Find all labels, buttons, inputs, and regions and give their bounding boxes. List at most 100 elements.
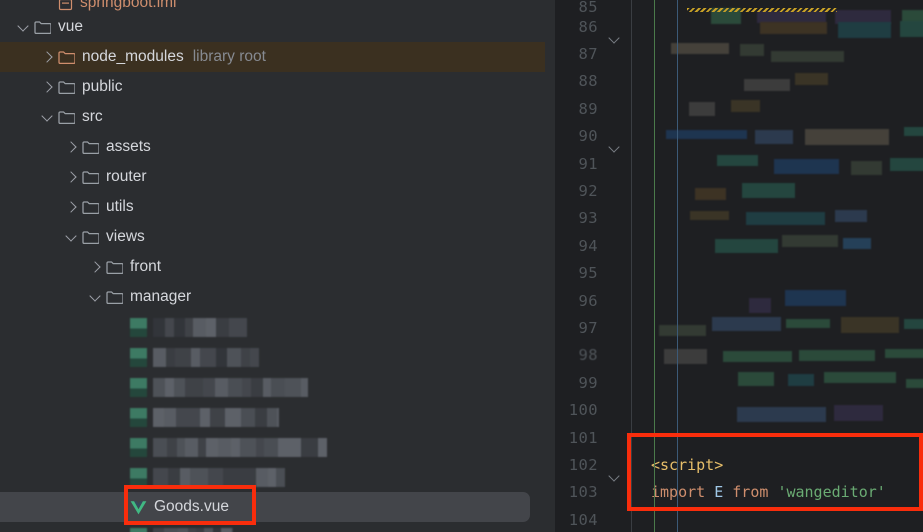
chevron-right-icon[interactable] <box>64 139 80 155</box>
code-text: import E from 'wangeditor' <box>651 483 886 502</box>
code-line[interactable]: 89 <box>555 95 923 122</box>
chevron-down-icon[interactable] <box>16 19 32 35</box>
code-line[interactable]: 97 <box>555 314 923 341</box>
code-line[interactable]: 104 <box>555 506 923 532</box>
tree-item-assets[interactable]: assets <box>0 132 545 162</box>
redacted-code-block <box>715 239 778 254</box>
tree-item-front[interactable]: front <box>0 252 545 282</box>
code-line[interactable]: 95 <box>555 260 923 287</box>
redacted-code-block <box>805 128 889 145</box>
tree-item-redacted[interactable] <box>0 402 545 432</box>
redacted-code-block <box>723 350 792 362</box>
folder-icon <box>34 20 51 34</box>
redacted-code-block <box>666 129 747 139</box>
code-area[interactable]: 85 86 87 88 89 90 91 92 93 94 95 96 97 98 99 100 101 102 <… <box>555 0 923 532</box>
redacted-filename <box>153 467 285 487</box>
tree-item-label: node_modules <box>82 48 184 65</box>
indent-spacer <box>0 57 40 58</box>
redacted-code-block <box>689 102 715 117</box>
code-line-content <box>623 95 923 122</box>
code-line[interactable]: 98 <box>555 342 923 369</box>
vue-file-icon <box>130 317 147 337</box>
code-line[interactable]: 92 <box>555 177 923 204</box>
vue-file-icon <box>130 407 147 427</box>
chevron-placeholder <box>112 409 128 425</box>
redacted-filename <box>153 407 279 427</box>
chevron-right-icon[interactable] <box>40 79 56 95</box>
indent-spacer <box>0 27 16 28</box>
line-number: 93 <box>578 209 598 228</box>
chevron-down-icon[interactable] <box>88 289 104 305</box>
tree-item-redacted[interactable] <box>0 462 545 492</box>
chevron-right-icon[interactable] <box>64 199 80 215</box>
code-line[interactable]: 86 <box>555 13 923 40</box>
tree-item-label: Goods.vue <box>154 498 229 515</box>
redacted-code-block <box>904 319 923 330</box>
code-line[interactable]: 101 <box>555 424 923 451</box>
indent-spacer <box>0 357 112 358</box>
tree-item-manager[interactable]: manager <box>0 282 545 312</box>
indent-guide <box>654 0 655 532</box>
tree-item-src[interactable]: src <box>0 102 545 132</box>
redacted-code-block <box>771 51 844 63</box>
vue-file-icon <box>130 347 147 367</box>
tree-item-views[interactable]: views <box>0 222 545 252</box>
tree-item-redacted[interactable] <box>0 522 545 532</box>
redacted-code-block <box>799 349 875 361</box>
folder-icon <box>82 140 99 154</box>
tree-item-redacted[interactable] <box>0 342 545 372</box>
tree-item-goods-vue[interactable]: Goods.vue <box>0 492 545 522</box>
line-number: 102 <box>568 455 598 474</box>
tree-item-node-modules[interactable]: node_modules library root <box>0 42 545 72</box>
code-line-content: import E from 'wangeditor' <box>623 479 923 506</box>
line-number: 94 <box>578 236 598 255</box>
code-text: <script> <box>651 455 724 474</box>
redacted-code-block <box>904 126 923 136</box>
tree-item-redacted[interactable] <box>0 372 545 402</box>
line-number: 95 <box>578 264 598 283</box>
redacted-code-block <box>843 238 871 250</box>
editor-pane[interactable]: 85 86 87 88 89 90 91 92 93 94 95 96 97 98 99 100 101 102 <… <box>545 0 923 532</box>
tree-item-redacted[interactable] <box>0 432 545 462</box>
chevron-right-icon[interactable] <box>88 259 104 275</box>
code-line[interactable]: 102 <script> <box>555 451 923 478</box>
tree-item-public[interactable]: public <box>0 72 545 102</box>
ide-window: springboot.iml vue node_modules library roo… <box>0 0 923 532</box>
tree-item-utils[interactable]: utils <box>0 192 545 222</box>
tree-item-router[interactable]: router <box>0 162 545 192</box>
line-number: 97 <box>578 318 598 337</box>
code-line[interactable]: 87 <box>555 40 923 67</box>
code-line[interactable]: 88 <box>555 68 923 95</box>
tree-item-label: utils <box>106 198 134 215</box>
chevron-right-icon[interactable] <box>40 49 56 65</box>
chevron-placeholder <box>112 439 128 455</box>
project-tool-window[interactable]: springboot.iml vue node_modules library roo… <box>0 0 545 532</box>
chevron-down-icon[interactable] <box>64 229 80 245</box>
code-line[interactable]: 90 <box>555 123 923 150</box>
redacted-code-block <box>841 317 899 334</box>
redacted-code-block <box>900 21 923 37</box>
code-line-content <box>623 287 923 314</box>
tree-item-vue[interactable]: vue <box>0 12 545 42</box>
redacted-code-block <box>755 129 793 144</box>
code-line[interactable]: 103 import E from 'wangeditor' <box>555 479 923 506</box>
redacted-code-block <box>782 235 838 248</box>
code-line[interactable]: 93 <box>555 205 923 232</box>
code-line[interactable]: 96 <box>555 287 923 314</box>
redacted-filename <box>153 437 327 457</box>
folder-icon <box>106 260 123 274</box>
line-number: 100 <box>568 401 598 420</box>
vue-file-icon <box>130 500 147 515</box>
chevron-down-icon[interactable] <box>40 109 56 125</box>
code-line[interactable]: 85 <box>555 0 923 24</box>
code-line[interactable]: 99 <box>555 369 923 396</box>
code-line[interactable]: 100 <box>555 396 923 423</box>
chevron-right-icon[interactable] <box>64 169 80 185</box>
tree-item-springboot-iml[interactable]: springboot.iml <box>0 0 545 12</box>
tree-item-redacted[interactable] <box>0 312 545 342</box>
redacted-code-block <box>774 158 839 174</box>
line-number: 89 <box>578 99 598 118</box>
code-line-content <box>623 150 923 177</box>
code-line[interactable]: 91 <box>555 150 923 177</box>
code-line[interactable]: 94 <box>555 232 923 259</box>
